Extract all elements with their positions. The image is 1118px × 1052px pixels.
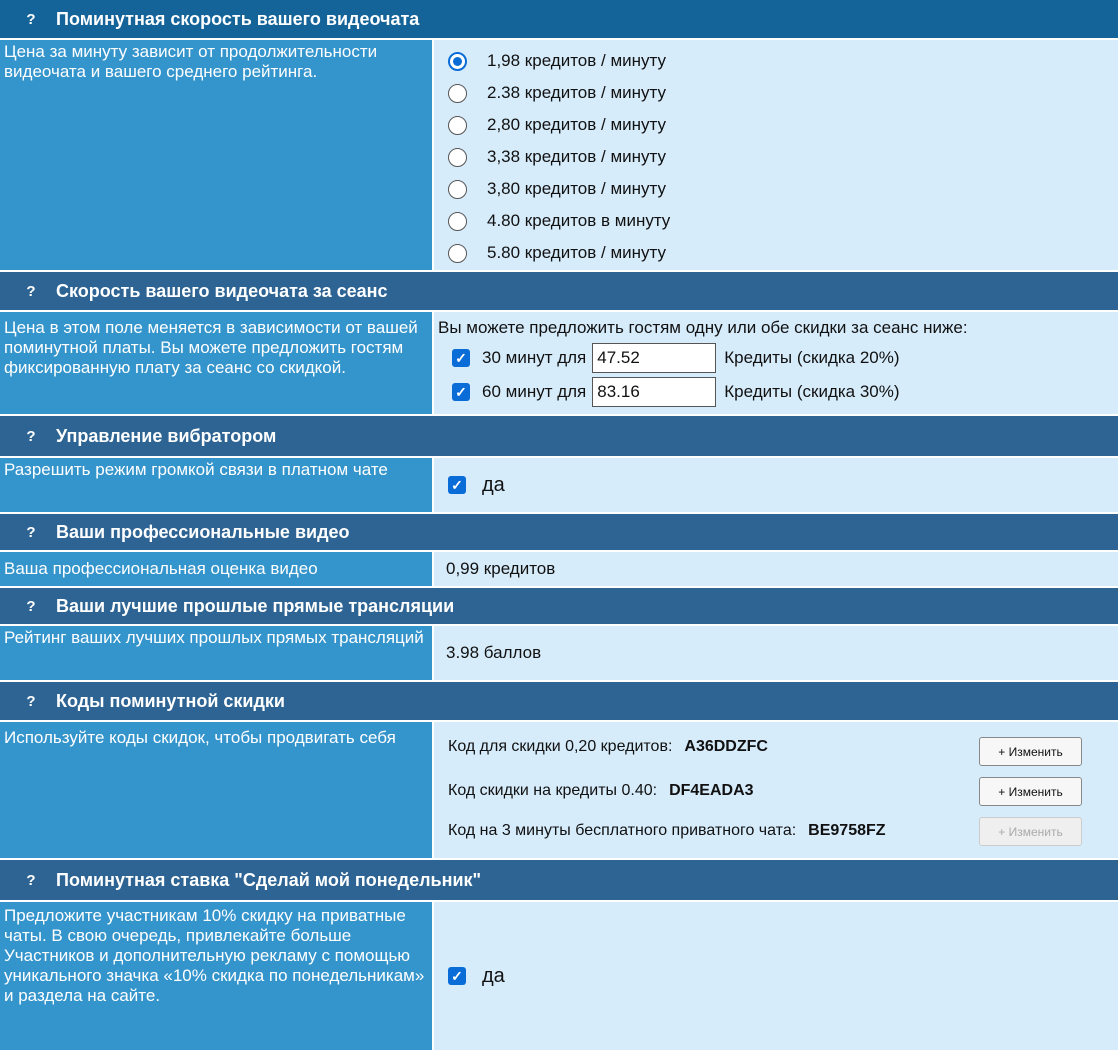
checkbox-monday[interactable]: ✓ bbox=[448, 967, 466, 985]
help-icon[interactable]: ? bbox=[20, 595, 42, 617]
rate-option[interactable]: 3,38 кредитов / минуту bbox=[434, 141, 1118, 173]
session-item-suffix: Кредиты (скидка 30%) bbox=[724, 382, 900, 401]
pro-videos-description: Ваша профессиональная оценка видео bbox=[0, 552, 434, 588]
session-intro: Вы можете предложить гостям одну или обе… bbox=[438, 318, 968, 337]
monday-description: Предложите участникам 10% скидку на прив… bbox=[0, 902, 434, 1052]
checkbox-60min[interactable]: ✓ bbox=[452, 383, 470, 401]
monday-option: ✓ да bbox=[434, 902, 1118, 1052]
checkbox-label: да bbox=[482, 473, 505, 496]
section-title: Ваши лучшие прошлые прямые трансляции bbox=[56, 595, 455, 616]
rate-options: 1,98 кредитов / минуту 2.38 кредитов / м… bbox=[434, 40, 1118, 272]
codes-description: Используйте коды скидок, чтобы продвигат… bbox=[0, 722, 434, 860]
code-value: DF4EADA3 bbox=[669, 782, 754, 799]
rate-option[interactable]: 5.80 кредитов / минуту bbox=[434, 237, 1118, 269]
best-past-description: Рейтинг ваших лучших прошлых прямых тран… bbox=[0, 626, 434, 682]
code-item: Код на 3 минуты бесплатного приватного ч… bbox=[448, 822, 886, 840]
section-header-pro-videos: ? Ваши профессиональные видео bbox=[0, 514, 1118, 552]
session-item-suffix: Кредиты (скидка 20%) bbox=[724, 348, 900, 367]
help-icon[interactable]: ? bbox=[20, 280, 42, 302]
help-icon[interactable]: ? bbox=[20, 8, 42, 30]
rate-description: Цена за минуту зависит от продолжительно… bbox=[0, 40, 434, 272]
help-icon[interactable]: ? bbox=[20, 521, 42, 543]
section-title: Поминутная ставка "Сделай мой понедельни… bbox=[56, 869, 482, 890]
help-icon[interactable]: ? bbox=[20, 869, 42, 891]
rate-option-label: 5.80 кредитов / минуту bbox=[487, 243, 666, 262]
radio-button[interactable] bbox=[448, 83, 467, 103]
price-input-30min[interactable]: 47.52 bbox=[592, 343, 717, 373]
rate-option-label: 1,98 кредитов / минуту bbox=[487, 51, 666, 70]
checkbox-vibrator[interactable]: ✓ bbox=[448, 476, 466, 494]
code-item: Код для скидки 0,20 кредитов: A36DDZFC bbox=[448, 738, 768, 756]
rate-option-label: 3,38 кредитов / минуту bbox=[487, 147, 666, 166]
session-description: Цена в этом поле меняется в зависимости … bbox=[0, 312, 434, 416]
session-item-label: 30 минут для bbox=[482, 348, 587, 367]
radio-button[interactable] bbox=[448, 179, 467, 199]
pro-videos-value: 0,99 кредитов bbox=[434, 552, 1118, 588]
rate-option-label: 3,80 кредитов / минуту bbox=[487, 179, 666, 198]
change-code-button-disabled: + Изменить bbox=[979, 817, 1082, 846]
vibrator-description: Разрешить режим громкой связи в платном … bbox=[0, 458, 434, 514]
vibrator-option: ✓ да bbox=[434, 458, 1118, 514]
rate-option[interactable]: 2.38 кредитов / минуту bbox=[434, 77, 1118, 109]
code-label: Код скидки на кредиты 0.40: bbox=[448, 782, 658, 799]
radio-button[interactable] bbox=[448, 211, 467, 231]
help-icon[interactable]: ? bbox=[20, 425, 42, 447]
section-title: Коды поминутной скидки bbox=[56, 690, 285, 711]
section-header-monday: ? Поминутная ставка "Сделай мой понедель… bbox=[0, 860, 1118, 902]
change-code-button[interactable]: + Изменить bbox=[979, 777, 1082, 806]
section-header-best-past: ? Ваши лучшие прошлые прямые трансляции bbox=[0, 588, 1118, 626]
session-options: Вы можете предложить гостям одну или обе… bbox=[434, 312, 1118, 416]
section-title: Поминутная скорость вашего видеочата bbox=[56, 8, 420, 29]
rate-option-label: 4.80 кредитов в минуту bbox=[487, 211, 671, 230]
price-input-60min[interactable]: 83.16 bbox=[592, 377, 717, 407]
section-title: Ваши профессиональные видео bbox=[56, 521, 350, 542]
codes-list: Код для скидки 0,20 кредитов: A36DDZFC +… bbox=[434, 722, 1118, 860]
code-value: A36DDZFC bbox=[684, 738, 768, 755]
rate-option[interactable]: 4.80 кредитов в минуту bbox=[434, 205, 1118, 237]
code-item: Код скидки на кредиты 0.40: DF4EADA3 bbox=[448, 782, 754, 800]
section-title: Управление вибратором bbox=[56, 425, 277, 446]
rate-option[interactable]: 3,80 кредитов / минуту bbox=[434, 173, 1118, 205]
radio-button[interactable] bbox=[448, 51, 467, 71]
code-label: Код для скидки 0,20 кредитов: bbox=[448, 738, 673, 755]
radio-button[interactable] bbox=[448, 147, 467, 167]
session-item-label: 60 минут для bbox=[482, 382, 587, 401]
rate-option[interactable]: 1,98 кредитов / минуту bbox=[434, 45, 1118, 77]
code-label: Код на 3 минуты бесплатного приватного ч… bbox=[448, 822, 797, 839]
session-item: ✓ 30 минут для 47.52 Кредиты (скидка 20%… bbox=[438, 342, 1118, 374]
best-past-rating: 3.98 баллов bbox=[446, 643, 542, 662]
rate-option-label: 2,80 кредитов / минуту bbox=[487, 115, 666, 134]
section-header-codes: ? Коды поминутной скидки bbox=[0, 682, 1118, 722]
section-header-vibrator: ? Управление вибратором bbox=[0, 416, 1118, 458]
radio-button[interactable] bbox=[448, 115, 467, 135]
best-past-value: 3.98 баллов bbox=[434, 626, 1118, 682]
radio-button[interactable] bbox=[448, 243, 467, 263]
help-icon[interactable]: ? bbox=[20, 690, 42, 712]
rate-option-label: 2.38 кредитов / минуту bbox=[487, 83, 666, 102]
change-code-button[interactable]: + Изменить bbox=[979, 737, 1082, 766]
checkbox-30min[interactable]: ✓ bbox=[452, 349, 470, 367]
checkbox-label: да bbox=[482, 964, 505, 987]
session-item: ✓ 60 минут для 83.16 Кредиты (скидка 30%… bbox=[438, 376, 1118, 408]
rate-option[interactable]: 2,80 кредитов / минуту bbox=[434, 109, 1118, 141]
section-title: Скорость вашего видеочата за сеанс bbox=[56, 280, 388, 301]
code-value: BE9758FZ bbox=[808, 822, 886, 839]
pro-videos-rate: 0,99 кредитов bbox=[446, 559, 556, 578]
section-header-session: ? Скорость вашего видеочата за сеанс bbox=[0, 272, 1118, 312]
section-header-rate: ? Поминутная скорость вашего видеочата bbox=[0, 0, 1118, 40]
